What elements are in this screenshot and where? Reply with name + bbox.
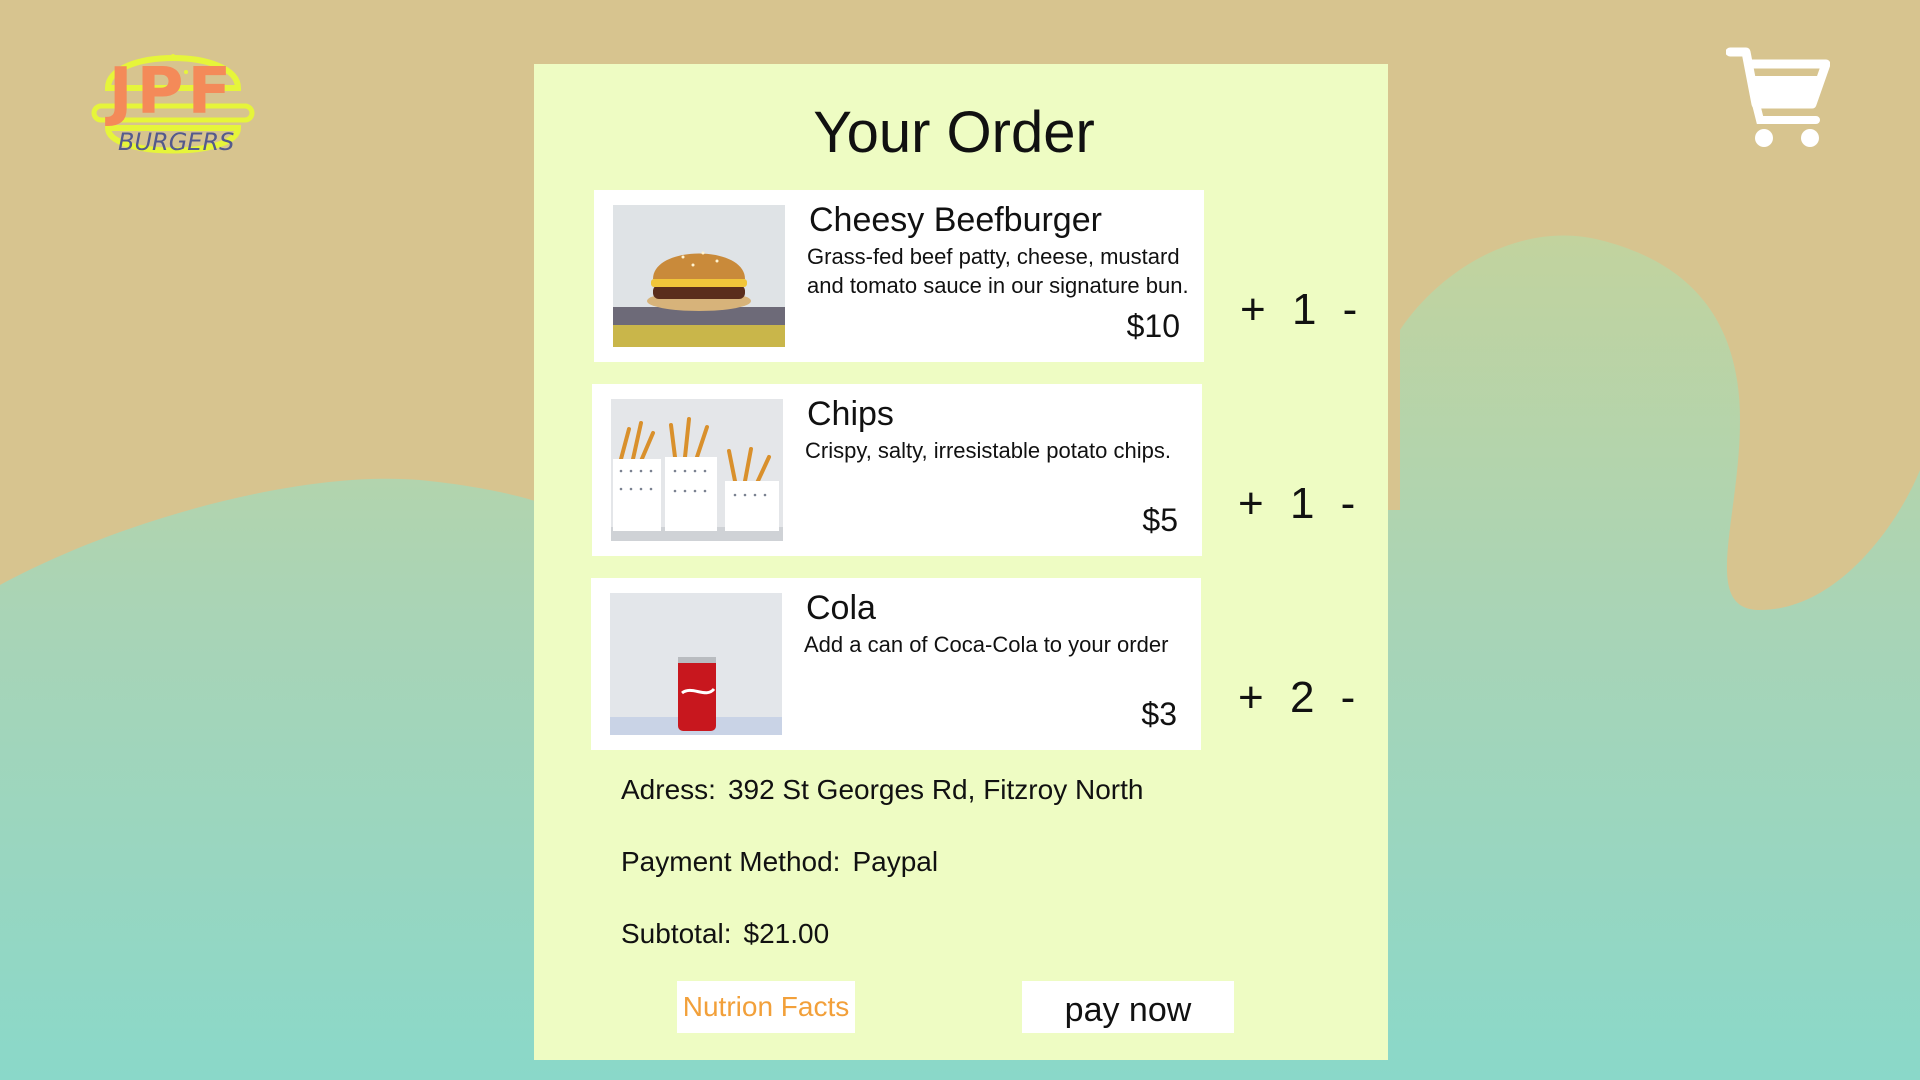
increase-quantity-button[interactable]: + <box>1240 280 1266 340</box>
order-item-card: Cola Add a can of Coca-Cola to your orde… <box>591 578 1201 750</box>
order-item-card: Cheesy Beefburger Grass-fed beef patty, … <box>594 190 1204 362</box>
payment-method-value: Paypal <box>852 846 939 877</box>
logo-sub-text: BURGERS <box>118 128 235 156</box>
item-description: Grass-fed beef patty, cheese, mustard an… <box>807 244 1189 298</box>
quantity-value: 2 <box>1289 673 1315 722</box>
chips-photo <box>611 399 783 541</box>
payment-method-row: Payment Method: Paypal <box>621 842 938 882</box>
item-description: Add a can of Coca-Cola to your order <box>804 632 1169 657</box>
quantity-stepper: + 1 - <box>1238 474 1368 534</box>
brand-logo[interactable]: JPF BURGERS <box>88 28 258 168</box>
cola-photo <box>610 593 782 735</box>
decrease-quantity-button[interactable]: - <box>1341 668 1356 728</box>
page-title: Your Order <box>813 100 1095 165</box>
subtotal-value: $21.00 <box>743 918 830 949</box>
increase-quantity-button[interactable]: + <box>1238 668 1264 728</box>
item-price: $3 <box>1141 696 1177 732</box>
decrease-quantity-button[interactable]: - <box>1343 280 1358 340</box>
item-description: Crispy, salty, irresistable potato chips… <box>805 438 1171 463</box>
decrease-quantity-button[interactable]: - <box>1341 474 1356 534</box>
item-price: $10 <box>1126 308 1180 344</box>
logo-main-text: JPF <box>108 55 236 129</box>
burger-photo <box>613 205 785 347</box>
increase-quantity-button[interactable]: + <box>1238 474 1264 534</box>
order-panel: Your Order Cheesy Beefburger Grass-fed b… <box>534 64 1388 1060</box>
item-name: Cheesy Beefburger <box>809 201 1102 239</box>
item-name: Cola <box>806 589 876 627</box>
address-label: Adress: <box>621 774 716 805</box>
subtotal-label: Subtotal: <box>621 918 732 949</box>
address-value: 392 St Georges Rd, Fitzroy North <box>727 774 1144 805</box>
nutrition-facts-button[interactable]: Nutrion Facts <box>677 981 855 1033</box>
quantity-value: 1 <box>1289 479 1315 528</box>
quantity-value: 1 <box>1291 285 1317 334</box>
item-name: Chips <box>807 395 894 433</box>
shopping-cart-icon[interactable] <box>1726 46 1830 150</box>
quantity-stepper: + 1 - <box>1240 280 1370 340</box>
payment-method-label: Payment Method: <box>621 846 841 877</box>
pay-now-button[interactable]: pay now <box>1022 981 1234 1033</box>
subtotal-row: Subtotal: $21.00 <box>621 914 829 954</box>
order-item-card: Chips Crispy, salty, irresistable potato… <box>592 384 1202 556</box>
address-row: Adress: 392 St Georges Rd, Fitzroy North <box>621 770 1143 810</box>
item-price: $5 <box>1142 502 1178 538</box>
quantity-stepper: + 2 - <box>1238 668 1368 728</box>
